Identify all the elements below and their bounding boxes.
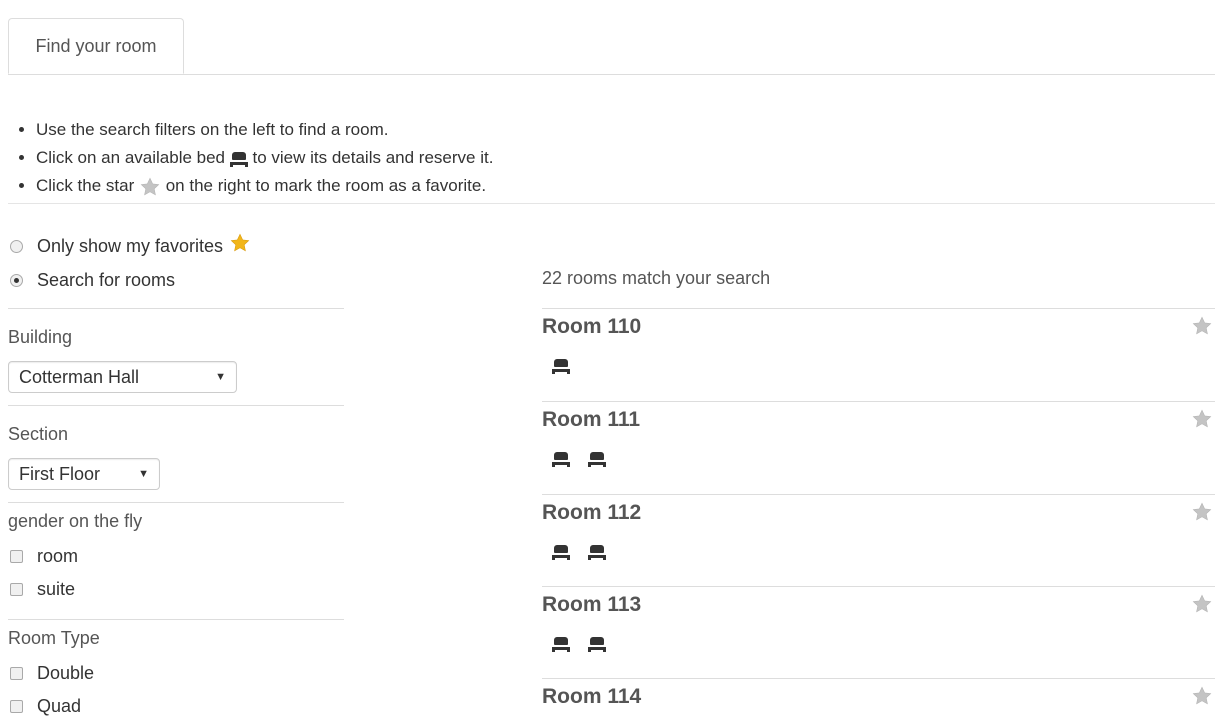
room-title: Room 113 bbox=[542, 593, 642, 616]
room-card: Room 110 bbox=[542, 308, 1215, 401]
room-type-option-quad[interactable]: Quad bbox=[10, 693, 81, 719]
building-select[interactable]: Cotterman Hall ▼ bbox=[8, 361, 237, 393]
bed-icon[interactable] bbox=[552, 358, 570, 374]
suite-checkbox[interactable] bbox=[10, 582, 23, 596]
bed-icon[interactable] bbox=[552, 636, 570, 652]
divider bbox=[8, 619, 344, 620]
star-gold-icon bbox=[230, 233, 250, 252]
divider bbox=[8, 203, 1215, 204]
search-rooms-radio[interactable]: Search for rooms bbox=[10, 267, 175, 293]
divider bbox=[8, 502, 344, 503]
search-rooms-radio-button[interactable] bbox=[10, 273, 23, 287]
gender-option-room[interactable]: room bbox=[10, 543, 78, 569]
room-title: Room 112 bbox=[542, 501, 642, 524]
bed-icon[interactable] bbox=[552, 544, 570, 560]
results-count: 22 rooms match your search bbox=[542, 268, 771, 288]
star-gray-icon bbox=[140, 177, 160, 195]
divider bbox=[8, 405, 344, 406]
favorites-radio-button[interactable] bbox=[10, 239, 23, 253]
bed-icon bbox=[229, 151, 248, 167]
room-type-option-double[interactable]: Double bbox=[10, 660, 94, 686]
divider bbox=[8, 308, 344, 309]
favorite-star-icon[interactable] bbox=[1191, 408, 1213, 430]
building-label: Building bbox=[8, 327, 73, 347]
instructions-list: Use the search filters on the left to fi… bbox=[18, 116, 493, 200]
favorites-radio[interactable]: Only show my favorites bbox=[10, 233, 251, 259]
room-card: Room 112 bbox=[542, 494, 1215, 587]
section-select[interactable]: First Floor ▼ bbox=[8, 458, 160, 490]
tab-find-your-room[interactable]: Find your room bbox=[8, 18, 184, 74]
room-beds bbox=[552, 544, 606, 560]
double-checkbox[interactable] bbox=[10, 666, 23, 680]
room-beds bbox=[552, 451, 606, 467]
instruction-item: Click on an available bed to view its de… bbox=[36, 144, 493, 172]
room-beds bbox=[552, 636, 606, 652]
room-title: Room 110 bbox=[542, 315, 642, 338]
room-type-label: Room Type bbox=[8, 628, 100, 648]
caret-down-icon: ▼ bbox=[215, 371, 226, 383]
bed-icon[interactable] bbox=[552, 451, 570, 467]
section-label: Section bbox=[8, 424, 69, 444]
instruction-item: Use the search filters on the left to fi… bbox=[36, 116, 493, 144]
bed-icon[interactable] bbox=[588, 544, 606, 560]
room-title: Room 111 bbox=[542, 408, 641, 431]
favorite-star-icon[interactable] bbox=[1191, 315, 1213, 337]
gender-option-suite[interactable]: suite bbox=[10, 576, 75, 602]
room-card: Room 113 bbox=[542, 586, 1215, 679]
bed-icon[interactable] bbox=[588, 636, 606, 652]
tab-bar: Find your room bbox=[8, 18, 1215, 75]
favorite-star-icon[interactable] bbox=[1191, 501, 1213, 523]
favorite-star-icon[interactable] bbox=[1191, 593, 1213, 615]
favorite-star-icon[interactable] bbox=[1191, 685, 1213, 707]
quad-checkbox[interactable] bbox=[10, 699, 23, 713]
room-beds bbox=[552, 358, 570, 374]
caret-down-icon: ▼ bbox=[138, 468, 149, 480]
room-title: Room 114 bbox=[542, 685, 642, 708]
room-card: Room 111 bbox=[542, 401, 1215, 494]
room-checkbox[interactable] bbox=[10, 549, 23, 563]
gender-label: gender on the fly bbox=[8, 511, 143, 531]
bed-icon[interactable] bbox=[588, 451, 606, 467]
instruction-item: Click the star on the right to mark the … bbox=[36, 172, 493, 200]
room-card: Room 114 bbox=[542, 678, 1215, 718]
